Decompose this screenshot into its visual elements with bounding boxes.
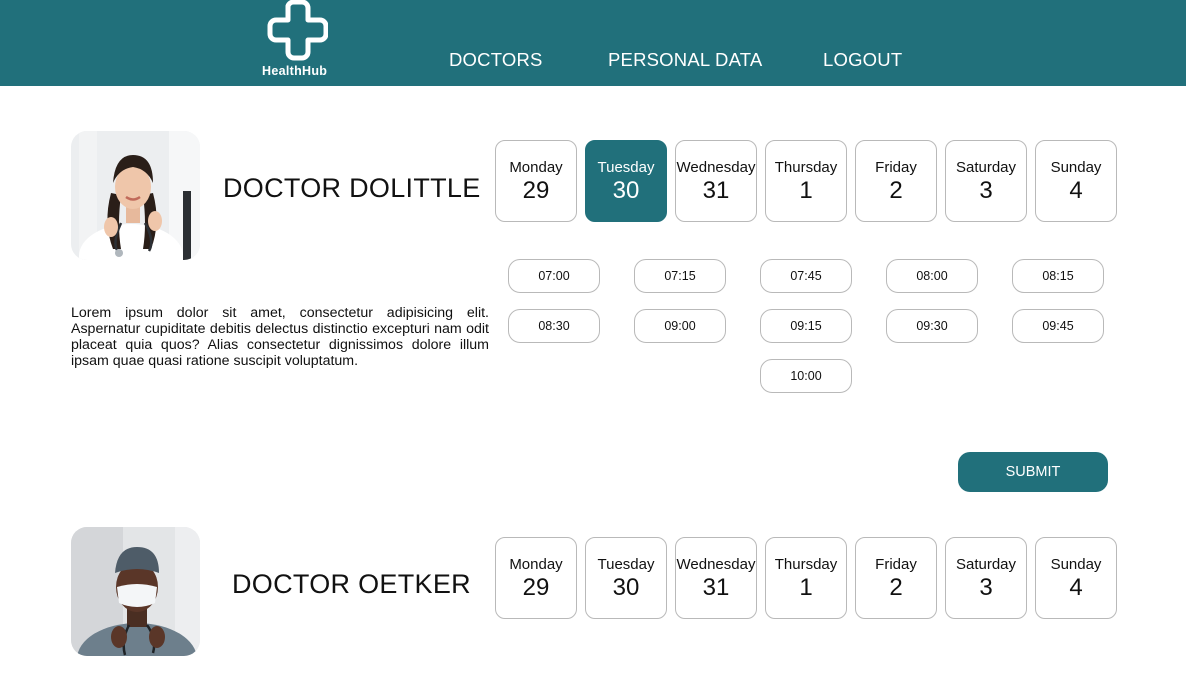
- day-label: Thursday: [774, 159, 838, 176]
- day-date: 29: [522, 177, 550, 204]
- time-slot[interactable]: 10:00: [760, 359, 852, 393]
- day-label: Monday: [509, 159, 563, 176]
- day-date: 30: [612, 177, 640, 204]
- day-label: Tuesday: [597, 556, 655, 573]
- day-label: Wednesday: [676, 556, 756, 573]
- time-slot[interactable]: 09:15: [760, 309, 852, 343]
- day-tuesday[interactable]: Tuesday 30: [585, 537, 667, 619]
- brand-name: HealthHub: [262, 64, 328, 78]
- time-slot[interactable]: 08:00: [886, 259, 978, 293]
- medical-cross-icon: [267, 0, 328, 61]
- time-slot[interactable]: 09:00: [634, 309, 726, 343]
- brand-logo[interactable]: HealthHub: [258, 0, 338, 86]
- day-date: 4: [1069, 574, 1083, 601]
- day-friday[interactable]: Friday 2: [855, 537, 937, 619]
- time-slot[interactable]: 08:15: [1012, 259, 1104, 293]
- day-label: Friday: [875, 556, 917, 573]
- day-date: 1: [799, 177, 813, 204]
- time-slot[interactable]: 09:45: [1012, 309, 1104, 343]
- day-wednesday[interactable]: Wednesday 31: [675, 140, 757, 222]
- day-date: 31: [702, 177, 730, 204]
- doctor-photo: [71, 131, 200, 260]
- day-sunday[interactable]: Sunday 4: [1035, 537, 1117, 619]
- top-navbar: HealthHub DOCTORS PERSONAL DATA LOGOUT: [0, 0, 1186, 86]
- nav-doctors[interactable]: DOCTORS: [449, 49, 543, 71]
- day-date: 2: [889, 177, 903, 204]
- day-thursday[interactable]: Thursday 1: [765, 537, 847, 619]
- day-label: Monday: [509, 556, 563, 573]
- day-date: 3: [979, 177, 993, 204]
- time-slot[interactable]: 07:15: [634, 259, 726, 293]
- time-slot[interactable]: 09:30: [886, 309, 978, 343]
- time-slot[interactable]: 08:30: [508, 309, 600, 343]
- day-label: Thursday: [774, 556, 838, 573]
- day-sunday[interactable]: Sunday 4: [1035, 140, 1117, 222]
- day-label: Saturday: [955, 159, 1017, 176]
- day-date: 2: [889, 574, 903, 601]
- day-thursday[interactable]: Thursday 1: [765, 140, 847, 222]
- day-label: Wednesday: [676, 159, 756, 176]
- doctor-name: DOCTOR OETKER: [232, 569, 471, 599]
- nav-logout[interactable]: LOGOUT: [823, 49, 902, 71]
- day-label: Saturday: [955, 556, 1017, 573]
- day-monday[interactable]: Monday 29: [495, 537, 577, 619]
- time-slot[interactable]: 07:00: [508, 259, 600, 293]
- day-wednesday[interactable]: Wednesday 31: [675, 537, 757, 619]
- day-friday[interactable]: Friday 2: [855, 140, 937, 222]
- day-saturday[interactable]: Saturday 3: [945, 140, 1027, 222]
- day-date: 3: [979, 574, 993, 601]
- day-tuesday-selected[interactable]: Tuesday 30: [585, 140, 667, 222]
- day-monday[interactable]: Monday 29: [495, 140, 577, 222]
- submit-button[interactable]: SUBMIT: [958, 452, 1108, 492]
- time-slot[interactable]: 07:45: [760, 259, 852, 293]
- day-label: Friday: [875, 159, 917, 176]
- day-date: 29: [522, 574, 550, 601]
- day-date: 4: [1069, 177, 1083, 204]
- doctor-photo: [71, 527, 200, 656]
- day-saturday[interactable]: Saturday 3: [945, 537, 1027, 619]
- nav-personal-data[interactable]: PERSONAL DATA: [608, 49, 762, 71]
- doctor-description: Lorem ipsum dolor sit amet, consectetur …: [71, 305, 489, 369]
- day-label: Sunday: [1050, 159, 1102, 176]
- day-label: Sunday: [1050, 556, 1102, 573]
- day-date: 30: [612, 574, 640, 601]
- day-date: 1: [799, 574, 813, 601]
- day-date: 31: [702, 574, 730, 601]
- day-label: Tuesday: [597, 159, 655, 176]
- doctor-name: DOCTOR DOLITTLE: [223, 173, 481, 203]
